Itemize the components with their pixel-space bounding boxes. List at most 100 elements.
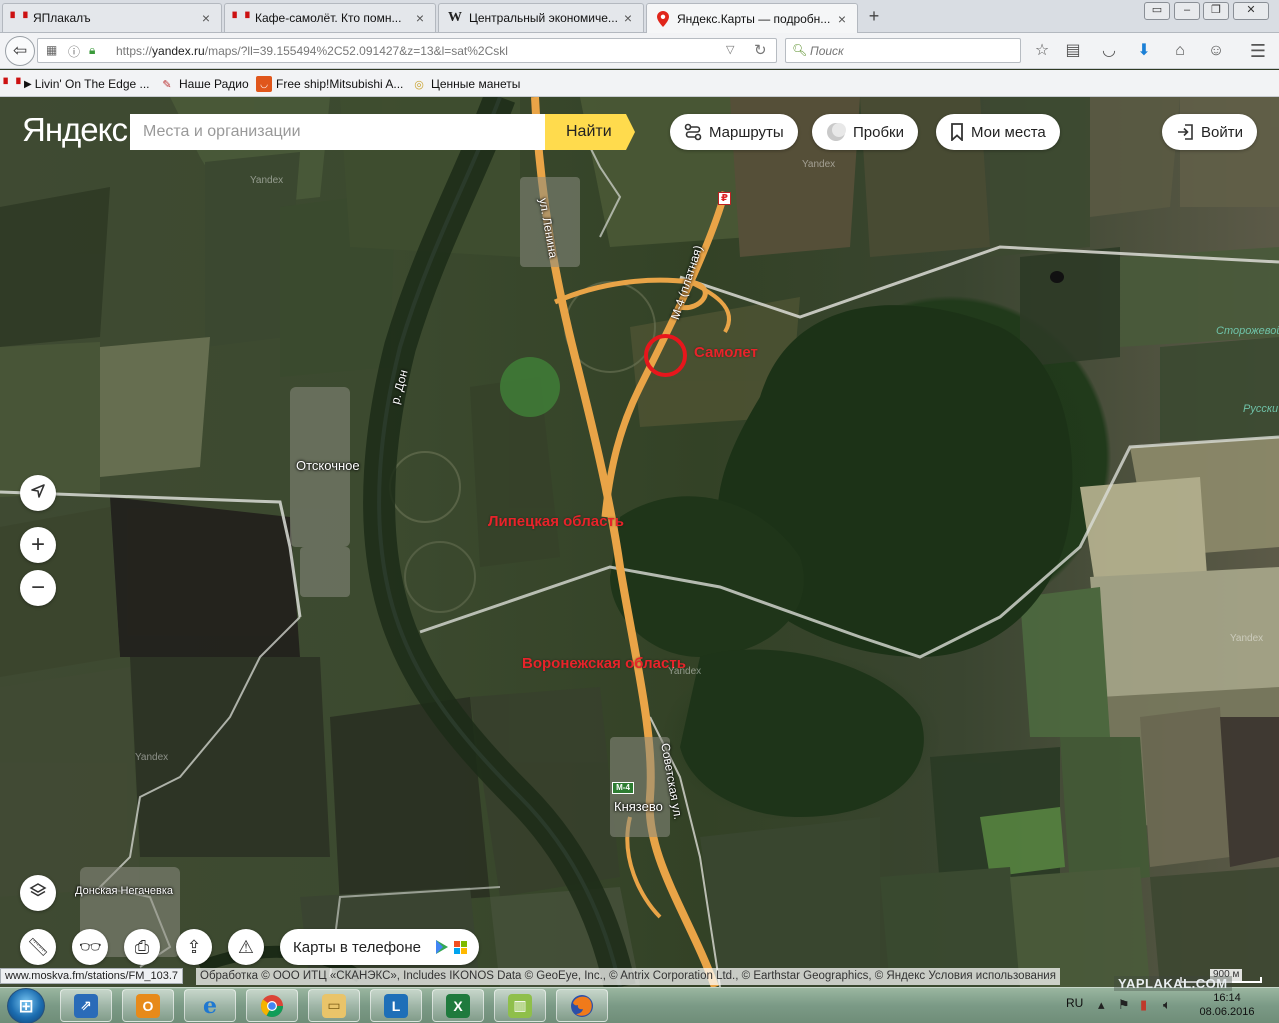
warning-icon: ⚠ [237,936,255,957]
chat-icon[interactable]: ☺ [1205,40,1227,62]
login-button[interactable]: Войти [1162,114,1257,150]
outlook-icon: O [136,993,160,1018]
aliexpress-favicon-icon: ◡ [256,76,272,92]
yandex-watermark: Yandex [250,175,284,186]
info-icon[interactable]: ⓘ [68,43,80,60]
excel-icon: X [446,993,470,1018]
taskbar-excel[interactable]: X [432,989,484,1022]
satellite-map[interactable]: Яндекс Найти Маршруты Пробки Мои места В… [0,97,1279,987]
browser-search-box[interactable]: 🔍︎ [785,38,1021,63]
download-icon[interactable]: ⬇ [1133,40,1155,62]
routes-button[interactable]: Маршруты [670,114,798,150]
maps-in-phone-button[interactable]: Карты в телефоне [280,929,479,965]
place-label-otskochnoe: Отскочное [296,458,360,473]
url-text: https://yandex.ru/maps/?ll=39.155494%2C5… [116,44,508,58]
language-indicator[interactable]: RU [1066,996,1083,1010]
tab-yandex-maps[interactable]: Яндекс.Карты — подробн... × [646,3,858,33]
search-engine-icon[interactable]: 🔍︎ [792,43,807,57]
m4-road-sign: М-4 [612,782,634,794]
app-icon: ⇗ [74,993,98,1018]
close-tab-icon[interactable]: × [621,10,635,26]
bookmark-livin-on-the-edge[interactable]: ▘▝ ▶ Livin' On The Edge ... [4,74,150,94]
close-tab-icon[interactable]: × [835,11,849,27]
layers-button[interactable] [20,875,56,911]
bookmark-free-ship[interactable]: ◡ Free ship!Mitsubishi A... [256,74,403,94]
tab-list-icon[interactable]: ▭ [1144,2,1170,20]
tab-title: Центральный экономиче... [469,11,618,25]
bookmarks-grid-icon[interactable]: ▦ [46,43,57,57]
zoom-in-button[interactable]: + [20,527,56,563]
address-bar[interactable]: ▦ ⓘ 🔒︎ https://yandex.ru/maps/?ll=39.155… [37,38,777,63]
report-error-button[interactable]: ⚠ [228,929,264,965]
map-search-box[interactable] [130,114,545,150]
bookmark-star-icon[interactable]: ☆ [1031,40,1053,62]
close-tab-icon[interactable]: × [199,10,213,26]
tray-expand-icon[interactable]: ▴ [1098,997,1105,1013]
google-play-icon [436,940,448,954]
tab-kafe-samolet[interactable]: ▘▝ Кафе-самолёт. Кто помн... × [224,3,436,32]
yaplakal-favicon-icon: ▘▝ [10,12,28,25]
home-icon[interactable]: ⌂ [1169,40,1191,62]
taskbar-internet-explorer[interactable]: e [184,989,236,1022]
windows-icon [454,940,467,954]
folder-icon: ▭ [322,993,346,1018]
taskbar-firefox[interactable] [556,989,608,1022]
volume-icon[interactable]: 🔈︎ [1163,997,1171,1013]
minimize-icon[interactable]: – [1174,2,1200,20]
new-tab-button[interactable]: + [864,6,884,26]
printer-icon: ⎙ [134,936,150,957]
my-places-button[interactable]: Мои места [936,114,1060,150]
close-tab-icon[interactable]: × [413,10,427,26]
place-label-russkiy: Русски [1243,403,1279,415]
url-dropdown-icon[interactable]: ▽ [726,43,734,56]
taskbar-lync[interactable]: L [370,989,422,1022]
yandex-logo[interactable]: Яндекс [22,111,128,149]
map-search-input[interactable] [130,114,545,150]
reload-icon[interactable]: ↻ [754,41,767,59]
bookmarks-bar: ▘▝ ▶ Livin' On The Edge ... ✎ Наше Радио… [0,70,1279,97]
restore-icon[interactable]: ❐ [1203,2,1229,20]
taskbar-app-1[interactable]: ⇗ [60,989,112,1022]
reading-list-icon[interactable]: ▤ [1062,40,1084,62]
ruler-button[interactable]: 📏︎ [20,929,56,965]
traffic-button[interactable]: Пробки [812,114,918,150]
find-button[interactable]: Найти [545,114,635,150]
browser-search-input[interactable] [810,42,1010,60]
menu-icon[interactable]: ☰ [1247,40,1269,62]
plus-icon: + [30,531,45,558]
print-button[interactable]: ⎙ [124,929,160,965]
tab-wikipedia[interactable]: W Центральный экономиче... × [438,3,644,32]
zoom-out-button[interactable]: − [20,570,56,606]
navigation-arrow-icon [30,483,46,504]
taskbar-outlook[interactable]: O [122,989,174,1022]
place-label-donskaya-negachevka: Донская Негачевка [75,885,174,897]
tab-yaplakal[interactable]: ▘▝ ЯПлакалъ × [2,3,222,32]
taskbar-chrome[interactable] [246,989,298,1022]
system-clock[interactable]: 16:14 08.06.2016 [1186,991,1268,1019]
taskbar-app-8[interactable]: ▥ [494,989,546,1022]
firefox-icon [571,994,593,1017]
share-button[interactable]: ⇪ [176,929,212,965]
ruler-icon: 📏︎ [26,936,50,957]
start-button[interactable]: ⊞ [7,988,45,1023]
bookmark-cennye-manety[interactable]: ◎ Ценные манеты [411,74,520,94]
satellite-imagery [0,97,1279,987]
status-bar-url: www.moskva.fm/stations/FM_103.7 [0,968,184,984]
site-watermark: YAPLAKAL.COM [1114,976,1232,991]
tab-strip: ▘▝ ЯПлакалъ × ▘▝ Кафе-самолёт. Кто помн.… [0,0,1279,33]
bookmark-nashe-radio[interactable]: ✎ Наше Радио [159,74,248,94]
network-icon[interactable]: ▮ [1140,997,1147,1013]
chrome-icon [260,994,283,1017]
terms-link[interactable]: Условия использования [928,970,1056,982]
annotation-samolet: Самолет [694,344,758,361]
back-button[interactable]: ⇦ [5,36,35,66]
windows-logo-icon: ⊞ [18,995,34,1016]
tab-title: Яндекс.Карты — подробн... [677,11,831,26]
tray-app-icon[interactable]: ⚑ [1118,997,1130,1013]
close-window-icon[interactable]: ✕ [1233,2,1269,20]
locate-me-button[interactable] [20,475,56,511]
pocket-icon[interactable]: ◡ [1098,40,1120,62]
taskbar-explorer[interactable]: ▭ [308,989,360,1022]
highlight-circle [644,334,687,377]
panorama-button[interactable]: 👓︎ [72,929,108,965]
